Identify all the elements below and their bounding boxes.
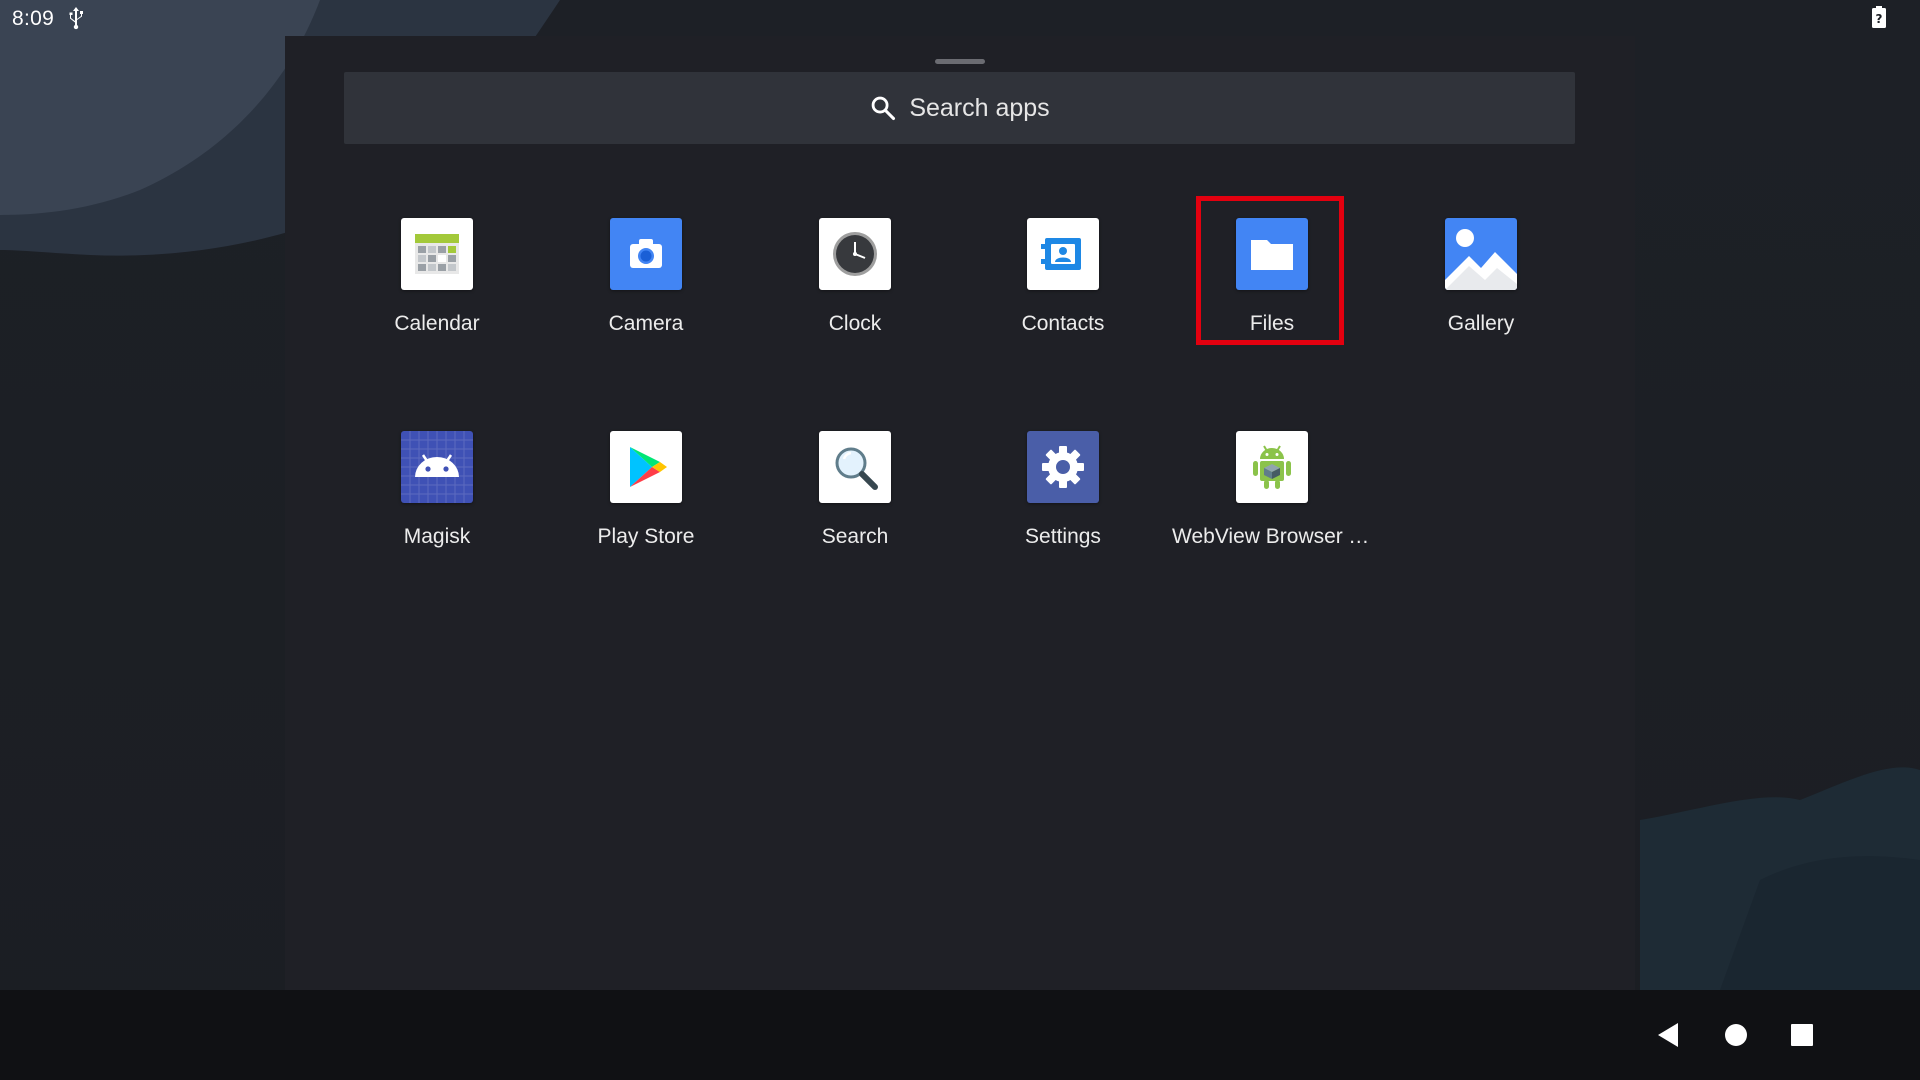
app-play-store[interactable]: Play Store: [546, 431, 746, 571]
app-calendar[interactable]: Calendar: [337, 218, 537, 358]
app-label: Search: [821, 525, 889, 548]
status-time: 8:09: [12, 7, 55, 30]
back-icon[interactable]: [1644, 1010, 1694, 1060]
android-head-icon: [401, 431, 473, 503]
app-drawer[interactable]: Search apps Calendar Camera Clock Contac…: [285, 36, 1635, 990]
battery-unknown-icon: ?: [1872, 6, 1886, 28]
app-webview[interactable]: WebView Browser T...: [1172, 431, 1372, 571]
app-gallery[interactable]: Gallery: [1381, 218, 1581, 358]
gallery-icon: [1445, 218, 1517, 290]
app-magisk[interactable]: Magisk: [337, 431, 537, 571]
app-clock[interactable]: Clock: [755, 218, 955, 358]
calendar-icon: [401, 218, 473, 290]
app-label: Play Store: [597, 525, 695, 548]
search-apps-label: Search apps: [909, 93, 1050, 122]
recents-icon[interactable]: [1777, 1010, 1827, 1060]
android-robot-icon: [1236, 431, 1308, 503]
app-settings[interactable]: Settings: [963, 431, 1163, 571]
app-label: Magisk: [403, 525, 471, 548]
search-apps-bar[interactable]: Search apps: [344, 72, 1575, 144]
app-label: Camera: [608, 312, 684, 335]
app-search[interactable]: Search: [755, 431, 955, 571]
play-store-icon: [610, 431, 682, 503]
contacts-icon: [1027, 218, 1099, 290]
usb-icon: [69, 7, 83, 30]
home-icon[interactable]: [1711, 1010, 1761, 1060]
navigation-bar: [0, 990, 1920, 1080]
app-label: Calendar: [394, 312, 480, 335]
app-label: Clock: [828, 312, 882, 335]
svg-text:?: ?: [1876, 12, 1883, 26]
folder-icon: [1236, 218, 1308, 290]
app-label: Gallery: [1447, 312, 1515, 335]
app-files[interactable]: Files: [1172, 218, 1372, 358]
status-bar: 8:09 ?: [0, 0, 1920, 36]
app-label: Settings: [1025, 525, 1101, 548]
app-label: Files: [1249, 312, 1295, 335]
camera-icon: [610, 218, 682, 290]
gear-icon: [1027, 431, 1099, 503]
magnifier-icon: [819, 431, 891, 503]
app-label: WebView Browser T...: [1172, 525, 1372, 548]
app-camera[interactable]: Camera: [546, 218, 746, 358]
search-icon: [871, 96, 896, 121]
drawer-handle[interactable]: [935, 59, 985, 64]
app-label: Contacts: [1021, 312, 1105, 335]
clock-icon: [819, 218, 891, 290]
app-contacts[interactable]: Contacts: [963, 218, 1163, 358]
